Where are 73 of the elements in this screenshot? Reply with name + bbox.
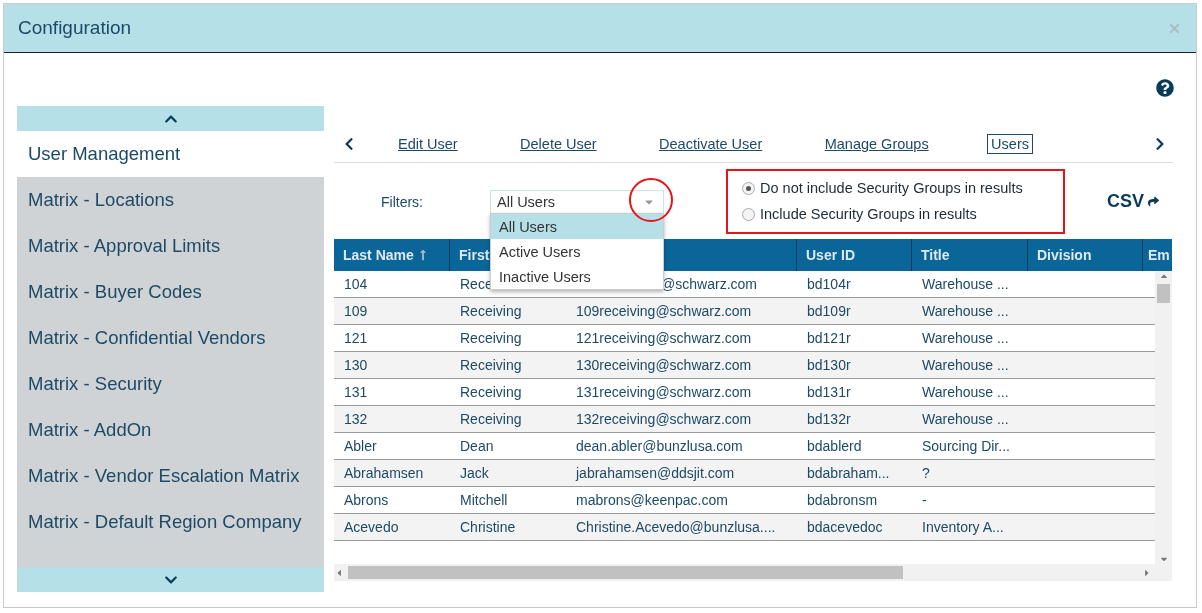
table-cell: 132receiving@schwarz.com	[576, 411, 752, 427]
radio-button[interactable]	[742, 207, 755, 221]
table-cell: bd132r	[807, 411, 851, 427]
radio-button[interactable]	[742, 181, 755, 195]
radio-label: Include Security Groups in results	[760, 206, 977, 222]
table-cell: Warehouse ...	[922, 276, 1009, 292]
table-cell: bd121r	[807, 330, 851, 346]
table-cell: bdabraham...	[807, 465, 890, 481]
filters-label: Filters:	[381, 194, 424, 210]
table-cell: Sourcing Dir...	[922, 438, 1010, 454]
table-cell: 121	[344, 330, 368, 346]
toolbar-link[interactable]: Delete User	[516, 134, 601, 154]
scrollbar-thumb[interactable]	[1157, 284, 1170, 303]
table-cell: Inventory A...	[922, 519, 1004, 535]
toolbar-link[interactable]: Edit User	[394, 134, 462, 154]
table-cell: bdablerd	[807, 438, 862, 454]
dropdown-option[interactable]: Active Users	[491, 239, 663, 264]
toolbar-link[interactable]: Deactivate User	[655, 134, 767, 154]
table-cell: 104	[344, 276, 368, 292]
dropdown-option[interactable]: All Users	[491, 214, 663, 239]
table-cell: Warehouse ...	[922, 357, 1009, 373]
table-cell: 131receiving@schwarz.com	[576, 384, 752, 400]
toolbar-link[interactable]: Manage Groups	[820, 134, 933, 154]
vertical-scrollbar[interactable]	[1155, 271, 1172, 564]
table-cell: Abrons	[344, 492, 389, 508]
scrollbar-thumb[interactable]	[348, 566, 903, 579]
table-cell: mabrons@keenpac.com	[576, 492, 728, 508]
table-cell: 132	[344, 411, 368, 427]
table-cell: 109	[344, 303, 368, 319]
table-cell: Abrahamsen	[344, 465, 424, 481]
table-cell: @schwarz.com	[661, 276, 757, 292]
horizontal-scrollbar[interactable]	[334, 564, 1172, 581]
annotation-circle	[629, 178, 673, 222]
table-cell: Warehouse ...	[922, 411, 1009, 427]
table-cell: bd131r	[807, 384, 851, 400]
column-header[interactable]: Em	[1143, 239, 1172, 271]
table-cell: ?	[922, 465, 930, 481]
dropdown-option[interactable]: Inactive Users	[491, 264, 663, 289]
table-cell: 109receiving@schwarz.com	[576, 303, 752, 319]
table-cell: bd109r	[807, 303, 851, 319]
table-cell: Warehouse ...	[922, 303, 1009, 319]
table-cell: Dean	[460, 438, 494, 454]
table-cell: 131	[344, 384, 368, 400]
table-cell: Warehouse ...	[922, 330, 1009, 346]
table-cell: Christine	[460, 519, 516, 535]
table-cell: Receiving	[460, 357, 522, 373]
table-cell: 130	[344, 357, 368, 373]
table-cell: Receiving	[460, 411, 522, 427]
table-cell: Acevedo	[344, 519, 399, 535]
table-cell: Receiving	[460, 330, 522, 346]
table-cell: Christine.Acevedo@bunzlusa....	[576, 519, 776, 535]
table-cell: 130receiving@schwarz.com	[576, 357, 752, 373]
table-cell: -	[922, 492, 927, 508]
table-cell: Abler	[344, 438, 377, 454]
sidebar-item[interactable]: User Management	[17, 131, 324, 177]
window-title: Configuration	[18, 17, 132, 39]
table-cell: Receiving	[460, 384, 522, 400]
table-cell: Warehouse ...	[922, 384, 1009, 400]
table-cell: bd104r	[807, 276, 851, 292]
table-cell: bdacevedoc	[807, 519, 883, 535]
table-cell: Jack	[460, 465, 489, 481]
table-cell: jabrahamsen@ddsjit.com	[576, 465, 735, 481]
table-cell: Receiving	[460, 303, 522, 319]
table-cell: bdabronsm	[807, 492, 878, 508]
toolbar-link[interactable]: Users	[987, 134, 1033, 154]
help-icon[interactable]	[1156, 78, 1174, 97]
table-cell: dean.abler@bunzlusa.com	[576, 438, 743, 454]
share-arrow-icon	[1148, 195, 1159, 207]
csv-export-link[interactable]: CSV	[1107, 190, 1159, 212]
table-cell: 121receiving@schwarz.com	[576, 330, 752, 346]
radio-label: Do not include Security Groups in results	[760, 180, 1023, 196]
table-cell: Mitchell	[460, 492, 508, 508]
table-cell: bd130r	[807, 357, 851, 373]
